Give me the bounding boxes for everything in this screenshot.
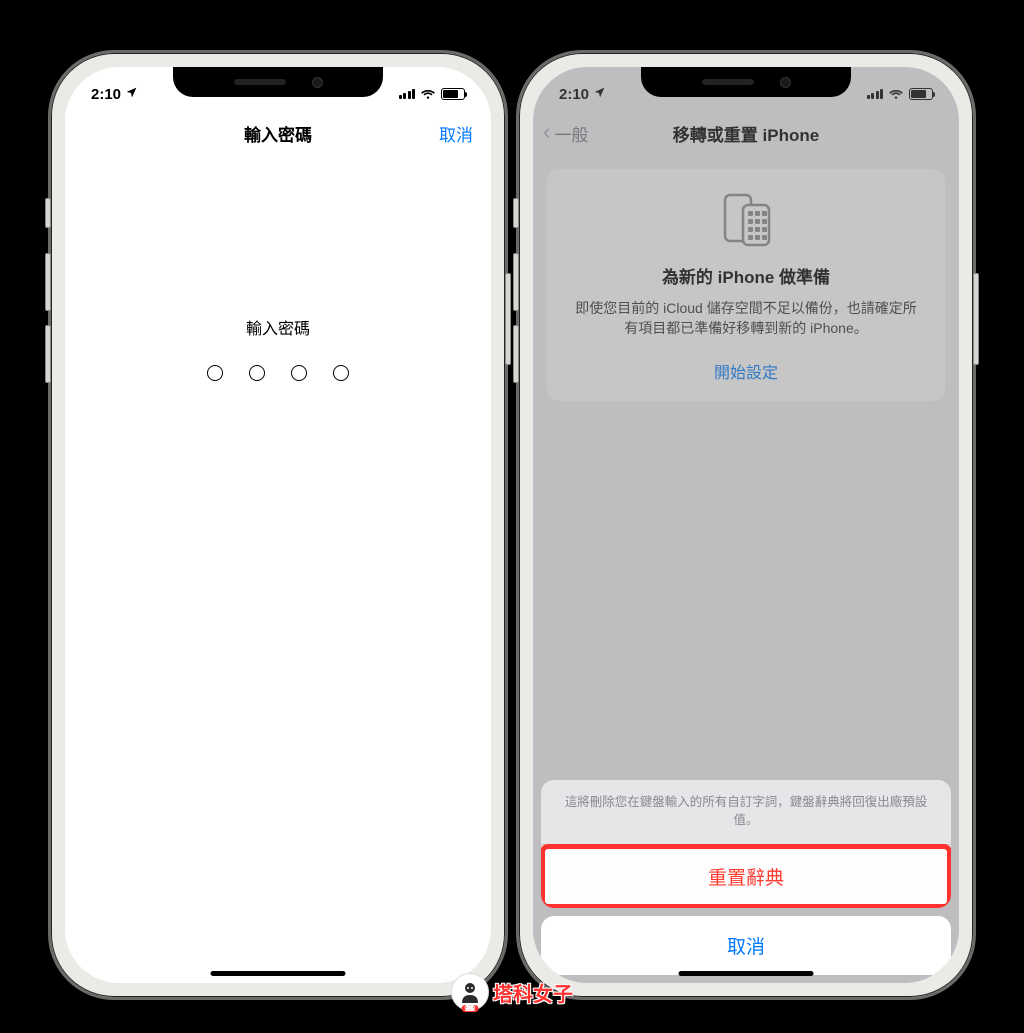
screen-1: 2:10 輸入密碼 取消 輸入密碼 xyxy=(65,67,491,983)
cellular-icon xyxy=(399,89,416,99)
passcode-label: 輸入密碼 xyxy=(65,315,491,339)
watermark-avatar-icon: 3C xyxy=(451,973,489,1011)
passcode-dot xyxy=(207,365,223,381)
cancel-button[interactable]: 取消 xyxy=(439,121,473,146)
action-sheet: 這將刪除您在鍵盤輸入的所有自訂字詞，鍵盤辭典將回復出廠預設值。 重置辭典 取消 xyxy=(541,780,951,975)
volume-up-button xyxy=(45,253,51,311)
home-indicator[interactable] xyxy=(679,971,814,976)
status-time: 2:10 xyxy=(91,86,121,103)
power-button xyxy=(505,273,511,365)
location-icon xyxy=(125,86,138,103)
volume-down-button xyxy=(45,325,51,383)
phone-frame-1: 2:10 輸入密碼 取消 輸入密碼 xyxy=(48,50,508,1000)
mute-switch xyxy=(513,198,519,228)
nav-title: 輸入密碼 xyxy=(244,121,312,146)
phone-frame-2: 2:10 ‹ 一般 移轉或重置 iPhon xyxy=(516,50,976,1000)
watermark: 3C 塔科女子 xyxy=(451,973,573,1011)
passcode-dot xyxy=(291,365,307,381)
reset-dictionary-button[interactable]: 重置辭典 xyxy=(545,849,947,904)
passcode-dots[interactable] xyxy=(65,365,491,381)
watermark-text: 塔科女子 xyxy=(493,978,573,1007)
passcode-dot xyxy=(249,365,265,381)
power-button xyxy=(973,273,979,365)
watermark-badge: 3C xyxy=(462,1005,479,1012)
notch xyxy=(641,67,851,97)
battery-icon xyxy=(441,88,465,100)
sheet-message: 這將刪除您在鍵盤輸入的所有自訂字詞，鍵盤辭典將回復出廠預設值。 xyxy=(541,780,951,845)
sheet-cancel-button[interactable]: 取消 xyxy=(541,916,951,975)
volume-down-button xyxy=(513,325,519,383)
highlight-annotation: 重置辭典 xyxy=(541,844,951,908)
wifi-icon xyxy=(420,88,436,100)
volume-up-button xyxy=(513,253,519,311)
nav-bar: 輸入密碼 取消 xyxy=(65,111,491,155)
screen-2: 2:10 ‹ 一般 移轉或重置 iPhon xyxy=(533,67,959,983)
home-indicator[interactable] xyxy=(211,971,346,976)
notch xyxy=(173,67,383,97)
passcode-dot xyxy=(333,365,349,381)
mute-switch xyxy=(45,198,51,228)
